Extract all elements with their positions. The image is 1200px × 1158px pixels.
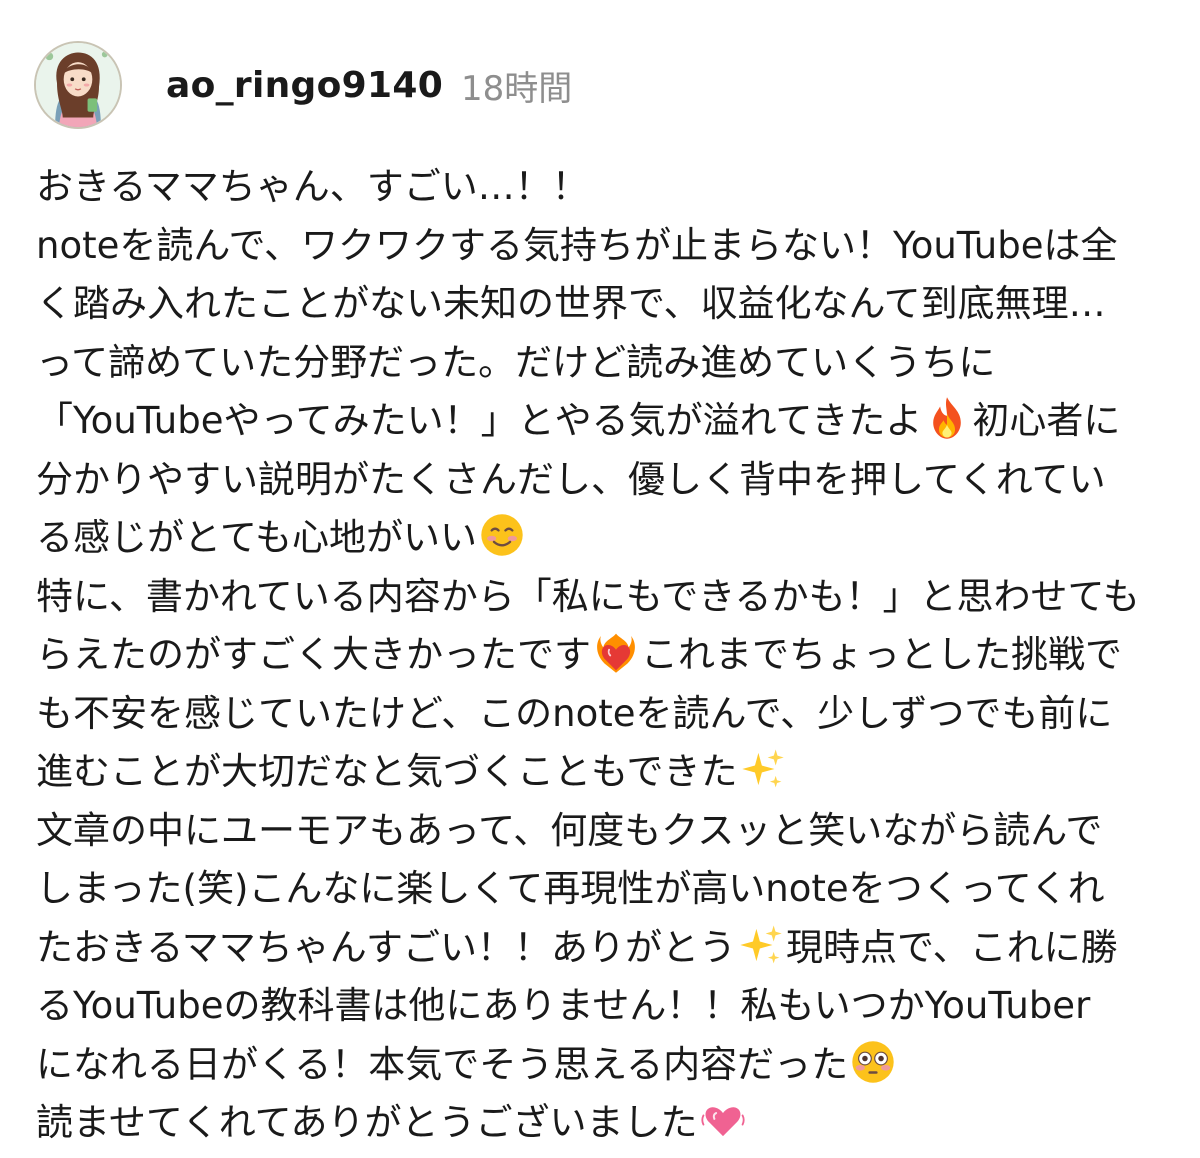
comment-body: おきるママちゃん、すごい…！！ noteを読んで、ワクワクする気持ちが止まらない！… [36,158,1176,1153]
comment-line: も不安を感じていたけど、このnoteを読んで、少しずつでも前に [36,691,1113,735]
comment-line: になれる日がくる！本気でそう思える内容だった [36,1036,1176,1095]
sparkles-emoji [740,746,786,792]
comment-line-text: 初心者に [972,399,1121,442]
comment-line: らえたのがすごく大きかったです これまでちょっとした挑戦で [36,626,1176,685]
comment-line-text: 進むことが大切だなと気づくこともできた [36,750,738,793]
comment-line-text: 現時点で、これに勝 [786,925,1118,969]
flushed-face-emoji [850,1039,896,1085]
comment-line: るYouTubeの教科書は他にありません！！私もいつかYouTuber [36,984,1091,1027]
comment-line-text: たおきるママちゃんすごい！！ありがとう [36,925,737,969]
comment-line: しまった(笑)こんなに楽しくて再現性が高いnoteをつくってくれ [36,867,1105,910]
comment-line: る感じがとても心地がいい [36,509,1176,568]
comment-line: 特に、書かれている内容から「私にもできるかも！」と思わせても [36,574,1140,618]
comment-line: 読ませてくれてありがとうございました [36,1094,1176,1153]
avatar[interactable] [34,41,122,129]
comment-line-text: 読ませてくれてありがとうございました [36,1101,698,1144]
comment-line: 分かりやすい説明がたくさんだし、優しく背中を押してくれてい [36,457,1106,501]
growing-heart-emoji [700,1097,746,1143]
comment-line-text: になれる日がくる！本気でそう思える内容だった [36,1042,849,1086]
timestamp: 18時間 [461,68,573,109]
heart-on-fire-emoji [593,629,639,675]
comment-line-text: これまでちょっとした挑戦で [641,633,1122,676]
comment-line: noteを読んで、ワクワクする気持ちが止まらない！YouTubeは全 [36,223,1118,267]
comment-line: おきるママちゃん、すごい…！！ [36,165,589,208]
comment-header: ao_ringo9140 18時間 [34,40,572,130]
fire-emoji [924,395,970,441]
comment-line-text: 「YouTubeやってみたい！」とやる気が溢れてきたよ [36,399,923,442]
comment-line: 文章の中にユーモアもあって、何度もクスッと笑いながら読んで [36,808,1103,852]
comment-line: たおきるママちゃんすごい！！ありがとう 現時点で、これに勝 [36,919,1176,978]
comment-line-text: る感じがとても心地がいい [36,516,478,559]
username[interactable]: ao_ringo9140 [166,65,443,106]
avatar-illustration [36,43,120,127]
smiling-face-emoji [479,512,525,558]
comment-line: く踏み入れたことがない未知の世界で、収益化なんて到底無理… [36,282,1106,325]
comment-line: 「YouTubeやってみたい！」とやる気が溢れてきたよ 初心者に [36,392,1176,451]
comment-line: って諦めていた分野だった。だけど読み進めていくうちに [36,340,996,384]
sparkles-emoji [738,922,784,968]
comment-line-text: らえたのがすごく大きかったです [36,633,591,676]
comment-line: 進むことが大切だなと気づくこともできた [36,743,1176,802]
